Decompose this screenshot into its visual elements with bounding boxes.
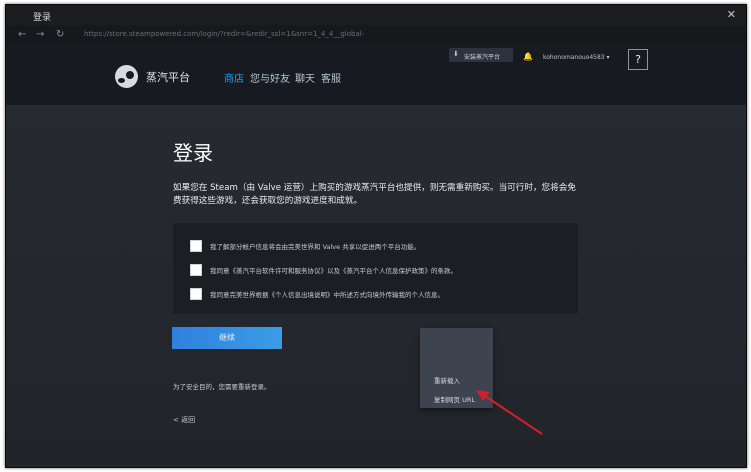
annotation-arrow-icon (476, 390, 543, 435)
context-menu-item-reload[interactable]: 重新载入 (434, 375, 460, 385)
consent-checkbox[interactable] (190, 240, 202, 252)
consent-checkbox[interactable] (190, 264, 202, 276)
nav-item-friends[interactable]: 您与好友 (250, 70, 290, 85)
steam-login-window: 登录 ✕ ← → ↻ https://store.steampowered.co… (5, 4, 747, 468)
account-menu[interactable]: kohonomanouo4583 ▾ (543, 54, 610, 61)
nav-item-chat[interactable]: 聊天 (295, 70, 315, 85)
steam-header: 蒸汽平台 商店 您与好友 聊天 客服 ⬇ 安装蒸汽平台 🔔 kohonomano… (6, 45, 746, 105)
notification-bell-icon[interactable]: 🔔 (523, 52, 533, 61)
url-text[interactable]: https://store.steampowered.com/login/?re… (84, 30, 364, 38)
close-icon[interactable]: ✕ (727, 8, 736, 21)
window-title: 登录 (33, 13, 52, 23)
chevron-down-icon: ▾ (606, 54, 610, 61)
help-button[interactable]: ? (628, 49, 648, 70)
consent-label: 我同意完美世界根据《个人信息出境说明》中所述方式向境外传输我的个人信息。 (210, 291, 444, 299)
page-title: 登录 (173, 141, 213, 165)
continue-button[interactable]: 继续 (172, 327, 282, 349)
back-arrow-icon[interactable]: ← (18, 29, 26, 40)
context-menu-item-copy-url[interactable]: 复制网页 URL (434, 394, 475, 404)
forward-arrow-icon[interactable]: → (36, 29, 44, 40)
brand-name[interactable]: 蒸汽平台 (146, 69, 190, 85)
account-name: kohonomanouo4583 (543, 54, 605, 61)
address-bar: ← → ↻ https://store.steampowered.com/log… (6, 25, 746, 45)
security-note: 为了安全目的，您需要重新登录。 (173, 383, 271, 391)
nav-item-store[interactable]: 商店 (224, 70, 244, 85)
download-icon: ⬇ (453, 50, 459, 58)
consent-label: 我了解部分帐户信息将会由完美世界和 Valve 共享以促进两个平台功能。 (210, 243, 421, 251)
consent-panel: 我了解部分帐户信息将会由完美世界和 Valve 共享以促进两个平台功能。 我同意… (173, 223, 578, 314)
nav-item-support[interactable]: 客服 (321, 70, 341, 85)
consent-checkbox[interactable] (190, 288, 202, 300)
install-steam-button[interactable]: ⬇ 安装蒸汽平台 (449, 48, 513, 62)
install-steam-label: 安装蒸汽平台 (464, 54, 501, 61)
steam-logo-icon[interactable] (115, 65, 138, 88)
title-bar: 登录 ✕ (6, 5, 746, 25)
back-link[interactable]: < 返回 (173, 415, 195, 425)
consent-label: 我同意《蒸汽平台软件许可和服务协议》以及《蒸汽平台个人信息保护政策》的条款。 (210, 267, 457, 275)
intro-text: 如果您在 Steam（由 Valve 运营）上购买的游戏蒸汽平台也提供，则无需重… (173, 183, 576, 206)
login-content: 登录 如果您在 Steam（由 Valve 运营）上购买的游戏蒸汽平台也提供，则… (6, 105, 746, 467)
reload-icon[interactable]: ↻ (56, 29, 64, 40)
